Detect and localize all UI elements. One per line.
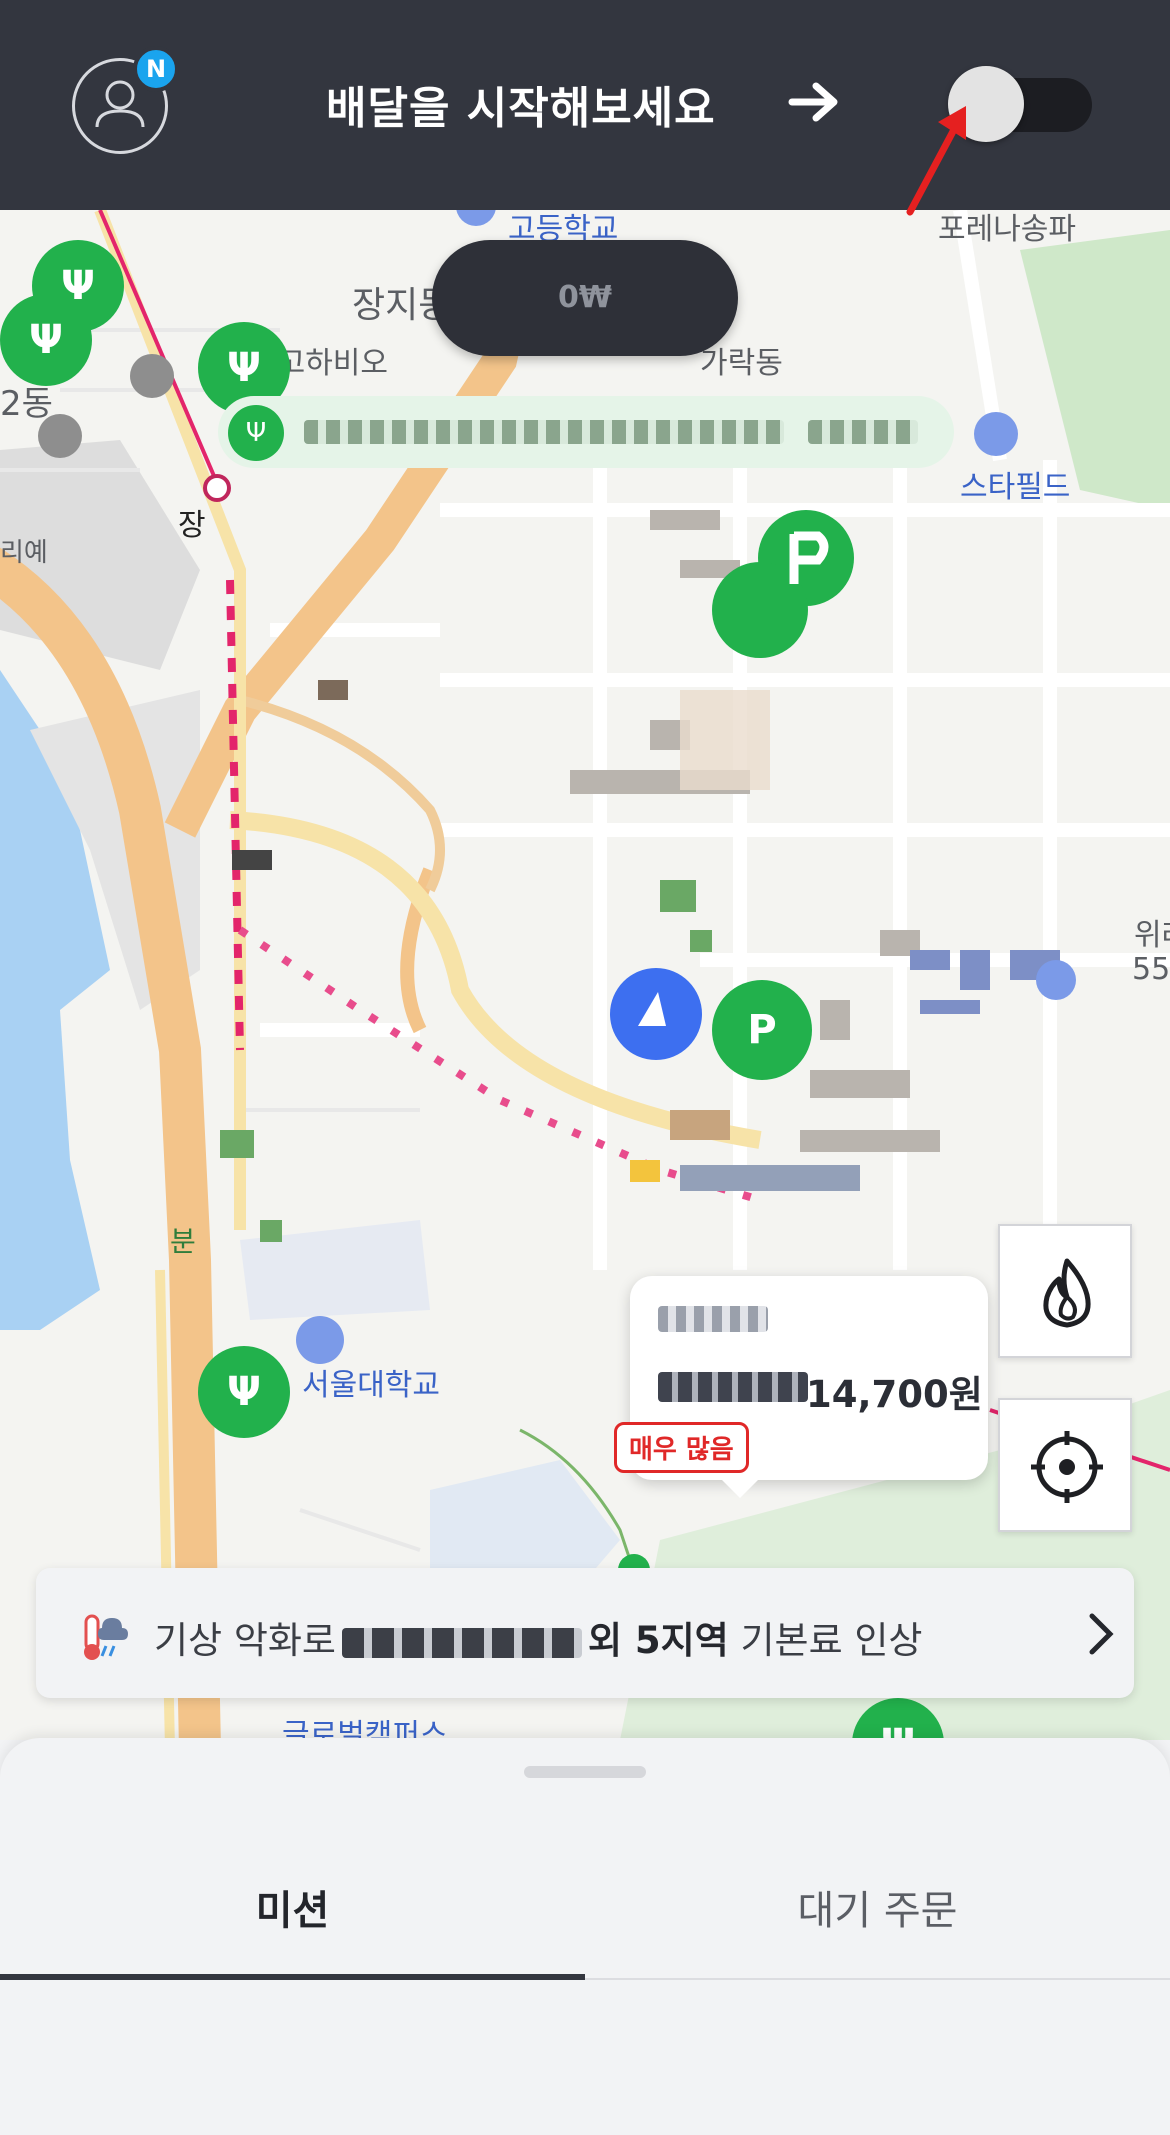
selected-store-banner[interactable]: Ψ: [218, 396, 954, 468]
notice-region-count: 외 5지역: [587, 1619, 729, 1662]
annotation-arrow-icon: [906, 106, 966, 216]
notice-text: 기상 악화로 외 5지역 기본료 인상: [154, 1610, 922, 1664]
flame-icon: [1043, 1258, 1091, 1328]
map-label-number: 55: [1132, 952, 1170, 987]
map-view[interactable]: 고등학교 장지동 가락동 포레나송파 스타필드 사고하비오 장 2동 리예 분 …: [0, 210, 1170, 1740]
sheet-grabber[interactable]: [524, 1766, 646, 1778]
crosshair-icon: [1031, 1431, 1103, 1503]
recenter-button[interactable]: [998, 1398, 1132, 1532]
store-name-blurred: [304, 420, 784, 444]
pickup-marker-icons: [712, 510, 854, 658]
pickup-pin[interactable]: P: [712, 980, 812, 1080]
arrow-right-icon: [788, 82, 838, 122]
notice-prefix: 기상 악화로: [154, 1619, 336, 1662]
screen: N 배달을 시작해보세요 고등학교 장지동 가락동 포레나송파 스타필드 사고하…: [0, 0, 1170, 2135]
map-label-wirye: 위례: [1134, 918, 1170, 953]
map-label-global-campus: 글로벌캠퍼스: [282, 1718, 448, 1740]
chevron-right-icon: [1089, 1613, 1114, 1655]
store-name-blurred: [658, 1306, 768, 1332]
fee-label-blurred: [658, 1372, 808, 1402]
map-label-bun: 분: [170, 1225, 196, 1258]
weather-thermometer-icon: [84, 1614, 128, 1660]
restaurant-pin[interactable]: Ψ: [0, 294, 92, 386]
map-label-jang: 장: [178, 508, 206, 543]
order-price: 14,700원: [806, 1373, 983, 1416]
tab-mission[interactable]: 미션: [0, 1878, 585, 1936]
top-bar: N 배달을 시작해보세요: [0, 0, 1170, 210]
earnings-pill[interactable]: 0₩: [432, 240, 738, 356]
heatmap-button[interactable]: [998, 1224, 1132, 1358]
active-tab-indicator: [0, 1974, 585, 1980]
region-blurred: [341, 1627, 582, 1658]
weather-notice-banner[interactable]: 기상 악화로 외 5지역 기본료 인상: [36, 1568, 1134, 1698]
restaurant-pin[interactable]: Ψ: [198, 1346, 290, 1438]
my-location-icon: [610, 968, 702, 1060]
demand-badge: 매우 많음: [614, 1422, 749, 1473]
order-info-card[interactable]: 14,700원 매우 많음: [614, 1276, 988, 1498]
notice-suffix: 기본료 인상: [740, 1619, 923, 1662]
tab-waiting-orders[interactable]: 대기 주문: [585, 1878, 1170, 1936]
store-address-blurred: [808, 420, 918, 444]
page-title: 배달을 시작해보세요: [326, 83, 716, 134]
fork-knife-icon: Ψ: [228, 405, 284, 461]
map-label-starfield: 스타필드: [960, 470, 1071, 505]
map-label-ri: 리예: [0, 538, 48, 568]
notification-badge: N: [133, 46, 179, 92]
bottom-sheet[interactable]: 미션 대기 주문: [0, 1738, 1170, 2135]
map-label-university: 서울대학교: [302, 1368, 440, 1403]
